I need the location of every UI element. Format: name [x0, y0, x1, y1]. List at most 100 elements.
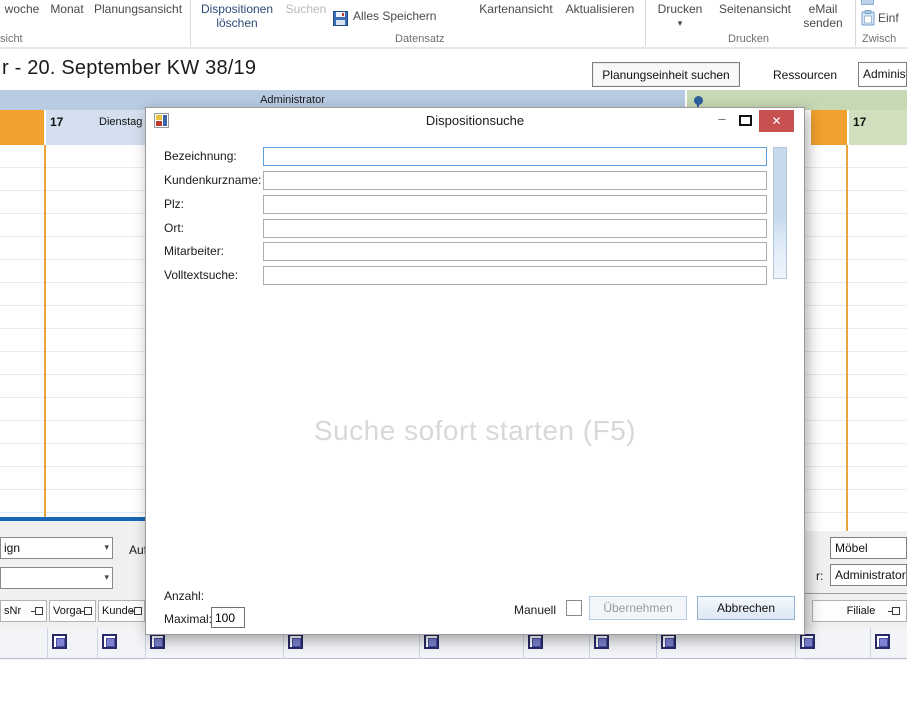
kundenkurzname-input[interactable]	[263, 171, 767, 190]
ribbon-item-email-senden[interactable]: eMail senden	[800, 2, 846, 30]
ressourcen-label: Ressourcen	[773, 68, 837, 82]
grid-header-label: Filiale	[847, 605, 876, 617]
paste-clipboard-icon	[861, 10, 875, 31]
grid-window-icon[interactable]	[150, 634, 165, 649]
minimize-button[interactable]: –	[711, 110, 733, 130]
ribbon-item-monat[interactable]: Monat	[46, 2, 88, 16]
grid-header-kunde[interactable]: Kunde	[98, 600, 145, 622]
bezeichnung-input[interactable]	[263, 147, 767, 166]
moebel-field[interactable]: Möbel	[830, 537, 907, 559]
day-number: 17	[50, 115, 63, 129]
grid-window-icon[interactable]	[800, 634, 815, 649]
calendar-column-divider	[44, 145, 46, 517]
calendar-column-divider	[846, 145, 848, 531]
ribbon-group-datensatz: Datensatz	[395, 33, 445, 45]
grid-window-icon[interactable]	[424, 634, 439, 649]
chevron-down-icon[interactable]: ▾	[104, 542, 109, 553]
filter-combo[interactable]: ▾	[0, 567, 113, 589]
pushpin-icon[interactable]	[694, 96, 703, 105]
dialog-title: Dispositionsuche	[146, 113, 804, 128]
auftrag-combo[interactable]: ign ▾	[0, 537, 113, 559]
grid-window-icon[interactable]	[661, 634, 676, 649]
ribbon-separator	[645, 0, 646, 46]
grid-window-icon[interactable]	[52, 634, 67, 649]
day-header-orange-right[interactable]	[811, 110, 847, 145]
maximal-input[interactable]	[211, 607, 245, 628]
ribbon-item-planungsansicht[interactable]: Planungsansicht	[90, 2, 186, 16]
calendar-grid-right[interactable]	[805, 145, 907, 531]
maximal-label: Maximal:	[164, 612, 212, 626]
ribbon-item-drucken[interactable]: Drucken	[657, 2, 703, 16]
grid-cell[interactable]	[47, 628, 97, 659]
day-number: 17	[853, 115, 866, 129]
pin-icon[interactable]	[35, 607, 43, 615]
grid-header-filiale[interactable]: Filiale	[812, 600, 907, 622]
dispositionsuche-dialog: Dispositionsuche – ✕ Bezeichnung: Kunden…	[145, 107, 805, 635]
day-header-right[interactable]: 17	[849, 110, 907, 145]
manuell-checkbox[interactable]	[566, 600, 582, 616]
maximize-button[interactable]	[739, 115, 752, 126]
ribbon-group-drucken: Drucken	[728, 33, 769, 45]
ribbon-item-dispositionen-loeschen[interactable]: Dispositionen löschen	[194, 2, 280, 30]
anzahl-label: Anzahl:	[164, 589, 204, 603]
calendar-grid-left[interactable]	[0, 145, 145, 517]
ribbon-item-alles-speichern[interactable]: Alles Speichern	[353, 9, 439, 23]
grid-window-icon[interactable]	[594, 634, 609, 649]
field-label-bezeichnung: Bezeichnung:	[164, 149, 237, 163]
grid-window-icon[interactable]	[528, 634, 543, 649]
volltextsuche-input[interactable]	[263, 266, 767, 285]
grid-window-icon[interactable]	[875, 634, 890, 649]
fields-scrollbar[interactable]	[773, 147, 787, 279]
field-label-plz: Plz:	[164, 197, 184, 211]
grid-header-vorgang[interactable]: Vorga	[49, 600, 96, 622]
pin-icon[interactable]	[84, 607, 92, 615]
grid-window-icon[interactable]	[102, 634, 117, 649]
administrator-field[interactable]: Administrator;	[830, 564, 907, 586]
page-title-date: r - 20. September KW 38/19	[2, 57, 256, 80]
pin-icon[interactable]	[134, 607, 142, 615]
monteur-label-fragment: r:	[816, 569, 828, 583]
ribbon-separator	[855, 0, 856, 46]
manuell-label: Manuell	[506, 603, 556, 617]
field-label-kundenkurzname: Kundenkurzname:	[164, 173, 261, 187]
grid-header-label: sNr	[4, 605, 21, 617]
ribbon-group-zwischenablage: Zwisch	[862, 33, 907, 45]
pin-icon[interactable]	[892, 607, 900, 615]
dialog-titlebar[interactable]: Dispositionsuche – ✕	[146, 108, 804, 134]
ribbon-separator	[190, 0, 191, 46]
ribbon-item-suchen[interactable]: Suchen	[284, 2, 328, 16]
ribbon-group-ansicht: sicht	[0, 33, 26, 45]
abbrechen-button[interactable]: Abbrechen	[697, 596, 795, 620]
uebernehmen-button[interactable]: Übernehmen	[589, 596, 687, 620]
administrator-selector[interactable]: Administr	[858, 62, 907, 87]
ort-input[interactable]	[263, 219, 767, 238]
ribbon-divider	[0, 47, 907, 49]
planungseinheit-suchen-button[interactable]: Planungseinheit suchen	[592, 62, 740, 87]
day-header-left[interactable]: 17 Dienstag	[46, 110, 145, 145]
field-label-ort: Ort:	[164, 221, 184, 235]
chevron-down-icon[interactable]: ▾	[672, 16, 688, 30]
ribbon-item-kartenansicht[interactable]: Kartenansicht	[478, 2, 554, 16]
calendar-administrator-label: Administrator	[230, 94, 355, 106]
chevron-down-icon[interactable]: ▾	[104, 572, 109, 583]
ribbon-item-einfuegen[interactable]: Einf	[878, 11, 907, 25]
plz-input[interactable]	[263, 195, 767, 214]
ribbon-item-aktualisieren[interactable]: Aktualisieren	[563, 2, 637, 16]
save-all-icon	[333, 11, 348, 31]
grid-cell[interactable]	[870, 628, 907, 659]
copy-icon[interactable]	[861, 0, 874, 5]
day-header-orange-left[interactable]	[0, 110, 44, 145]
day-name: Dienstag	[99, 116, 142, 128]
combo-value: ign	[4, 541, 20, 555]
grid-cell[interactable]	[795, 628, 870, 659]
grid-cell[interactable]	[97, 628, 145, 659]
panel-divider	[805, 593, 907, 594]
application-window: woche Monat Planungsansicht Dispositione…	[0, 0, 907, 719]
grid-window-icon[interactable]	[288, 634, 303, 649]
auftrag-label: Auftr	[129, 543, 145, 557]
ribbon-item-seitenansicht[interactable]: Seitenansicht	[715, 2, 795, 16]
grid-header-auftragsnr[interactable]: sNr	[0, 600, 47, 622]
close-button[interactable]: ✕	[759, 110, 794, 132]
mitarbeiter-input[interactable]	[263, 242, 767, 261]
ribbon-item-woche[interactable]: woche	[0, 2, 44, 16]
